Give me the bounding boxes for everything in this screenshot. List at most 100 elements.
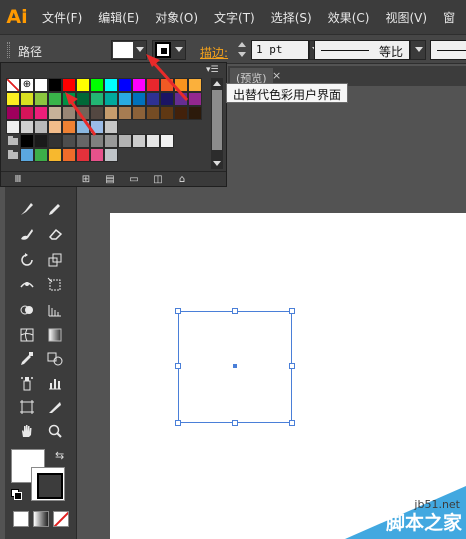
swatch[interactable] [104,106,118,120]
swatch[interactable] [62,148,76,162]
selection-handle[interactable] [232,308,238,314]
swatch[interactable] [76,106,90,120]
color-group-folder-icon[interactable] [6,148,20,162]
stroke-weight-input[interactable]: 1 pt [251,40,309,60]
swatch[interactable] [146,78,160,92]
swatch[interactable] [34,78,48,92]
swatch-registration[interactable]: ⊕ [20,78,34,92]
menu-type[interactable]: 文字(T) [206,9,263,26]
swatch[interactable] [188,78,202,92]
selection-handle[interactable] [175,420,181,426]
swatch[interactable] [62,120,76,134]
swatch[interactable] [34,120,48,134]
chevron-down-icon[interactable] [238,52,246,57]
swatch-scrollbar[interactable] [211,78,223,169]
stroke-box[interactable] [31,467,65,501]
profile-dropdown[interactable] [410,40,426,60]
scale-icon[interactable] [43,248,67,272]
new-swatch-icon[interactable]: ◫ [151,174,165,186]
swatch[interactable] [118,106,132,120]
new-color-group-icon[interactable]: ▭ [127,174,141,186]
menu-effect[interactable]: 效果(C) [320,9,378,26]
swatch-libraries-icon[interactable]: Ⅲ [11,174,25,186]
swatch[interactable] [48,78,62,92]
variable-width-profile-select[interactable]: 等比 [314,40,410,60]
menu-select[interactable]: 选择(S) [263,9,320,26]
swatch-none[interactable] [6,78,20,92]
swap-fill-stroke-icon[interactable]: ⇆ [55,449,64,462]
swatch[interactable] [104,92,118,106]
selection-handle[interactable] [289,308,295,314]
show-kinds-icon[interactable]: ⊞ [79,174,93,186]
swatch[interactable] [48,148,62,162]
swatch[interactable] [48,134,62,148]
default-fill-stroke-icon[interactable] [11,489,22,500]
symbol-sprayer-icon[interactable] [15,371,39,395]
swatch[interactable] [104,148,118,162]
color-group-folder-icon[interactable] [6,134,20,148]
blend-icon[interactable] [43,347,67,371]
stroke-weight-stepper[interactable] [236,41,248,59]
swatch[interactable] [174,78,188,92]
swatch[interactable] [174,106,188,120]
stroke-color-button[interactable] [152,40,186,60]
swatch-options-icon[interactable]: ▤ [103,174,117,186]
swatch[interactable] [160,106,174,120]
swatch[interactable] [132,78,146,92]
swatch[interactable] [160,92,174,106]
menu-window[interactable]: 窗 [435,9,463,26]
swatch[interactable] [20,148,34,162]
selection-handle[interactable] [175,308,181,314]
selection-handle[interactable] [289,420,295,426]
brush-definition-select[interactable] [430,40,466,60]
selection-handle[interactable] [175,363,181,369]
eraser-icon[interactable] [43,222,67,246]
scrollbar-thumb[interactable] [212,90,222,150]
swatch[interactable] [48,92,62,106]
swatch[interactable] [188,92,202,106]
hand-icon[interactable] [15,419,39,443]
swatch[interactable] [6,120,20,134]
gradient-icon[interactable] [43,323,67,347]
eyedropper-icon[interactable] [15,347,39,371]
swatch[interactable] [90,106,104,120]
swatch[interactable] [76,78,90,92]
swatch[interactable] [132,106,146,120]
swatch[interactable] [62,134,76,148]
none-mode-button[interactable] [53,511,69,527]
swatch[interactable] [20,92,34,106]
fill-color-button[interactable] [111,40,147,60]
artboard-icon[interactable] [15,395,39,419]
swatch[interactable] [90,92,104,106]
pencil-icon[interactable] [43,197,67,221]
swatch[interactable] [34,148,48,162]
swatch[interactable] [48,106,62,120]
slice-icon[interactable] [43,395,67,419]
swatch[interactable] [146,92,160,106]
menu-object[interactable]: 对象(O) [147,9,206,26]
panel-menu-icon[interactable]: ▾☰ [206,65,220,75]
swatch[interactable] [20,106,34,120]
delete-swatch-icon[interactable]: ⌂ [175,174,189,186]
swatch[interactable] [6,92,20,106]
grip-icon[interactable] [7,42,10,58]
perspective-grid-icon[interactable] [43,298,67,322]
menu-view[interactable]: 视图(V) [377,9,435,26]
swatch[interactable] [62,92,76,106]
swatch[interactable] [104,134,118,148]
chevron-down-icon[interactable] [213,161,221,166]
swatch[interactable] [62,106,76,120]
menu-edit[interactable]: 编辑(E) [90,9,147,26]
rotate-icon[interactable] [15,248,39,272]
mesh-icon[interactable] [15,323,39,347]
swatch[interactable] [34,92,48,106]
swatch[interactable] [20,120,34,134]
stroke-panel-link[interactable]: 描边: [200,44,228,61]
swatch[interactable] [34,106,48,120]
swatch[interactable] [118,78,132,92]
paintbrush-icon[interactable] [15,197,39,221]
swatch[interactable] [76,92,90,106]
swatch[interactable] [34,134,48,148]
swatch[interactable] [76,148,90,162]
swatch[interactable] [118,134,132,148]
